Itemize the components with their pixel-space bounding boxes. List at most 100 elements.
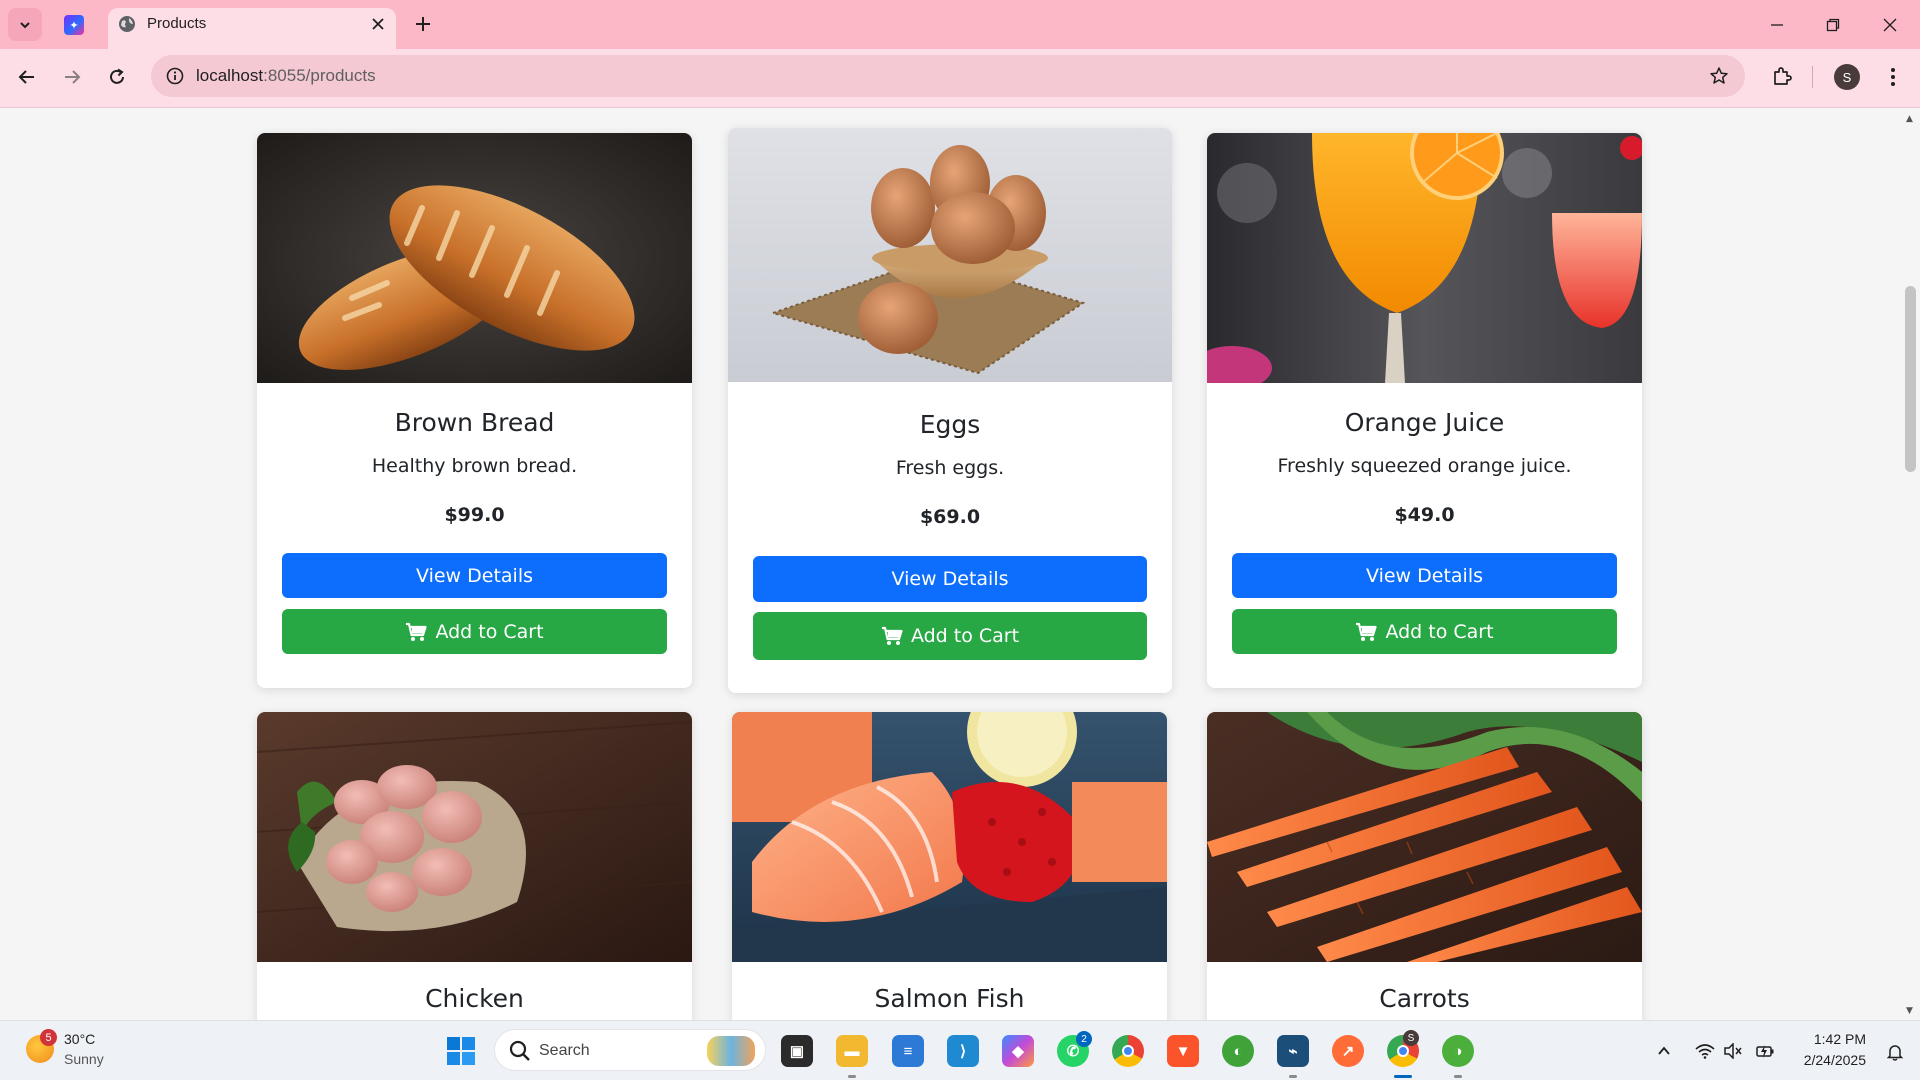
battery-charging-icon[interactable] xyxy=(1755,1041,1775,1061)
minimize-button[interactable] xyxy=(1764,12,1790,38)
mongodb-compass-icon[interactable]: ◐ xyxy=(1222,1035,1254,1067)
product-price: $69.0 xyxy=(919,506,981,528)
reload-button[interactable] xyxy=(104,64,130,90)
product-description: Freshly squeezed orange juice. xyxy=(1277,455,1572,477)
search-placeholder: Search xyxy=(539,1042,590,1059)
add-to-cart-label: Add to Cart xyxy=(910,625,1020,647)
product-description: Fresh eggs. xyxy=(895,457,1005,479)
chevron-up-icon[interactable] xyxy=(1654,1041,1674,1061)
weather-temperature[interactable]: 30°C xyxy=(64,1031,95,1047)
wifi-icon[interactable] xyxy=(1695,1041,1715,1061)
scroll-thumb[interactable] xyxy=(1905,286,1916,472)
reload-icon xyxy=(110,68,124,84)
forward-button[interactable] xyxy=(59,64,85,90)
weather-badge: 5 xyxy=(40,1029,57,1046)
product-name: Carrots xyxy=(1379,984,1470,1013)
bread-photo xyxy=(257,133,692,383)
info-icon xyxy=(166,67,184,85)
product-card-orange-juice: Orange Juice Freshly squeezed orange jui… xyxy=(1207,133,1642,688)
extensions-button[interactable] xyxy=(1768,63,1796,91)
windows-start-icon[interactable] xyxy=(446,1036,476,1066)
notification-bell-icon[interactable] xyxy=(1884,1041,1906,1063)
tab-close-button[interactable] xyxy=(368,14,388,34)
product-image-eggs[interactable] xyxy=(728,128,1172,382)
close-window-button[interactable] xyxy=(1877,12,1903,38)
chrome-profile-badge: S xyxy=(1403,1030,1419,1046)
add-to-cart-button[interactable]: Add to Cart xyxy=(753,612,1147,660)
tab-search-button[interactable] xyxy=(8,8,42,41)
back-button[interactable] xyxy=(14,64,40,90)
search-highlight-art xyxy=(707,1036,755,1066)
address-bar[interactable]: localhost:8055/products xyxy=(151,55,1745,97)
add-to-cart-button[interactable]: Add to Cart xyxy=(1232,609,1617,654)
pinned-app-icon[interactable]: ✦ xyxy=(64,15,84,35)
task-view-icon[interactable]: ▣ xyxy=(781,1035,813,1067)
weather-condition[interactable]: Sunny xyxy=(64,1051,104,1067)
product-price: $99.0 xyxy=(444,504,505,526)
plus-icon xyxy=(416,17,430,31)
url-host: localhost xyxy=(196,66,264,85)
view-details-button[interactable]: View Details xyxy=(753,556,1147,602)
view-details-label: View Details xyxy=(891,568,1009,590)
clock-date[interactable]: 2/24/2025 xyxy=(1804,1052,1866,1068)
whatsapp-badge: 2 xyxy=(1076,1031,1092,1047)
browser-tab-strip: ✦ Products xyxy=(0,0,1920,49)
chicken-photo xyxy=(257,712,692,962)
speaker-muted-icon[interactable] xyxy=(1723,1041,1743,1061)
restore-icon xyxy=(1826,18,1840,32)
clock-time[interactable]: 1:42 PM xyxy=(1814,1031,1866,1047)
toolbar-divider xyxy=(1812,66,1813,88)
product-image-orange-juice[interactable] xyxy=(1207,133,1642,383)
view-details-label: View Details xyxy=(416,564,533,587)
brave-icon[interactable]: ▼ xyxy=(1167,1035,1199,1067)
file-explorer-icon[interactable]: ▬ xyxy=(836,1035,868,1067)
mongodb-shell-icon[interactable]: ◑ xyxy=(1442,1035,1474,1067)
product-card-brown-bread: Brown Bread Healthy brown bread. $99.0 V… xyxy=(257,133,692,688)
star-icon xyxy=(1710,67,1728,84)
scroll-up-arrow-icon[interactable]: ▲ xyxy=(1906,114,1913,124)
scroll-down-arrow-icon[interactable]: ▼ xyxy=(1906,1006,1913,1016)
windows-taskbar: 5 30°C Sunny Search ▣ ▬ ≡ ⟩ ◆ ✆ 2 ▼ ◐ ⌁ … xyxy=(0,1020,1920,1080)
product-card-chicken: Chicken xyxy=(257,712,692,1020)
tab-title: Products xyxy=(147,15,207,32)
cart-icon xyxy=(1356,622,1378,641)
add-to-cart-button[interactable]: Add to Cart xyxy=(282,609,667,654)
file-explorer-running-indicator xyxy=(848,1075,856,1078)
mysql-workbench-icon[interactable]: ⌁ xyxy=(1277,1035,1309,1067)
view-details-button[interactable]: View Details xyxy=(1232,553,1617,598)
taskbar-search[interactable]: Search xyxy=(494,1029,766,1071)
bookmark-button[interactable] xyxy=(1707,64,1731,88)
product-image-salmon-fish[interactable] xyxy=(732,712,1167,962)
product-image-brown-bread[interactable] xyxy=(257,133,692,383)
site-info-button[interactable] xyxy=(163,64,187,88)
url-path: :8055/products xyxy=(263,66,376,85)
vscode-icon[interactable]: ⟩ xyxy=(947,1035,979,1067)
new-tab-button[interactable] xyxy=(412,13,434,35)
product-image-carrots[interactable] xyxy=(1207,712,1642,962)
notepad-icon[interactable]: ≡ xyxy=(892,1035,924,1067)
cart-icon xyxy=(406,622,428,641)
more-vert-icon xyxy=(1891,68,1895,86)
arrow-right-icon xyxy=(65,70,81,84)
product-name: Brown Bread xyxy=(394,408,555,437)
restore-button[interactable] xyxy=(1820,12,1846,38)
product-name: Orange Juice xyxy=(1344,408,1505,437)
mysql-running-indicator xyxy=(1289,1075,1297,1078)
view-details-button[interactable]: View Details xyxy=(282,553,667,598)
page-scrollbar[interactable]: ▲ ▼ xyxy=(1901,108,1920,1020)
chrome-icon[interactable] xyxy=(1112,1035,1144,1067)
product-image-chicken[interactable] xyxy=(257,712,692,962)
postman-icon[interactable]: ↗ xyxy=(1332,1035,1364,1067)
copilot-icon[interactable]: ◆ xyxy=(1002,1035,1034,1067)
add-to-cart-label: Add to Cart xyxy=(1385,620,1494,643)
product-name: Salmon Fish xyxy=(874,984,1025,1013)
product-price: $49.0 xyxy=(1394,504,1455,526)
puzzle-icon xyxy=(1774,67,1792,85)
product-card-eggs: Eggs Fresh eggs. $69.0 View Details Add … xyxy=(728,128,1172,693)
profile-avatar[interactable]: S xyxy=(1834,64,1860,90)
browser-menu-button[interactable] xyxy=(1880,64,1906,90)
view-details-label: View Details xyxy=(1366,564,1483,587)
close-icon xyxy=(372,18,384,30)
globe-icon xyxy=(119,16,135,32)
close-icon xyxy=(1883,18,1897,32)
